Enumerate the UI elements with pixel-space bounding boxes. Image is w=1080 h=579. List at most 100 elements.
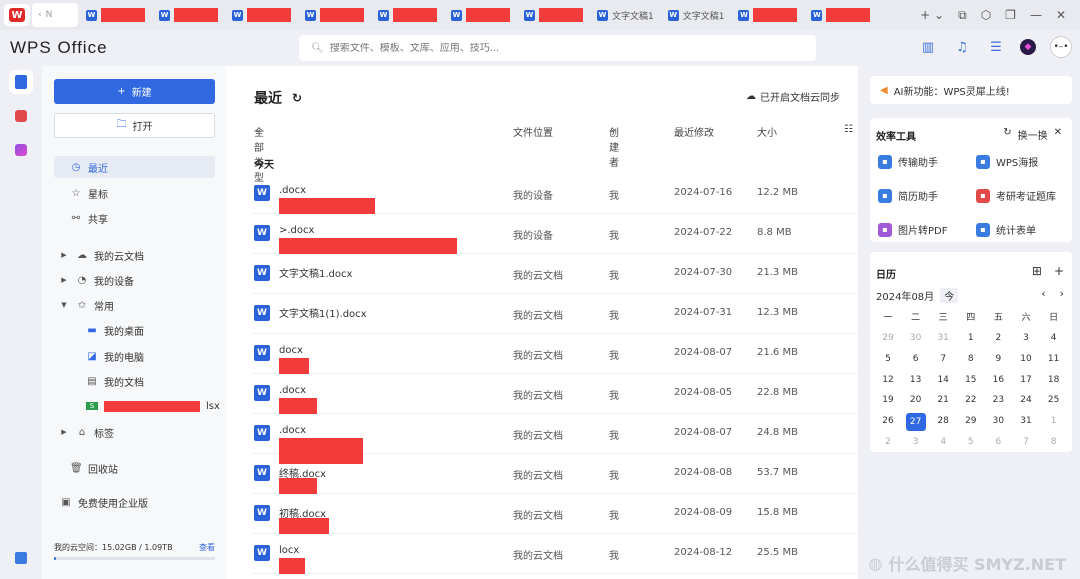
common-desktop[interactable]: ▬ 我的桌面 bbox=[86, 320, 144, 340]
sidebar-item-recent[interactable]: ◷ 最近 bbox=[54, 156, 215, 178]
avatar[interactable]: •–• bbox=[1050, 36, 1072, 58]
calendar-day[interactable]: 6 bbox=[988, 434, 1008, 450]
calendar-day[interactable]: 31 bbox=[1016, 413, 1036, 429]
restore-icon[interactable]: ⧉ bbox=[958, 8, 967, 23]
tab-9[interactable]: W 文字文稿1 bbox=[662, 3, 731, 27]
rail-box-icon[interactable] bbox=[9, 546, 33, 570]
enterprise-link[interactable]: ▣ 免费使用企业版 bbox=[54, 491, 215, 513]
tab-3[interactable]: W bbox=[226, 3, 297, 27]
tab-2[interactable]: W bbox=[153, 3, 224, 27]
file-row[interactable]: W .docx 我的云文档 我 2024-08-07 24.8 MB bbox=[252, 414, 858, 464]
calendar-day[interactable]: 14 bbox=[933, 372, 953, 388]
col-location[interactable]: 文件位置 bbox=[513, 124, 553, 139]
calendar-day[interactable]: 21 bbox=[933, 392, 953, 408]
tab-11[interactable]: W bbox=[805, 3, 876, 27]
file-row[interactable]: W 文字文稿1.docx 我的云文档 我 2024-07-30 21.3 MB bbox=[252, 254, 858, 294]
tree-my-device[interactable]: ▶ ◔ 我的设备 bbox=[58, 270, 134, 290]
tool-item[interactable]: ▪ 简历助手 bbox=[878, 188, 938, 203]
calendar-day[interactable]: 7 bbox=[1016, 434, 1036, 450]
calendar-day[interactable]: 2 bbox=[878, 434, 898, 450]
file-row[interactable]: Wdocx 我的云文档 我 2024-08-07 21.6 MB bbox=[252, 334, 858, 374]
headset-icon[interactable]: ♫ bbox=[952, 37, 972, 57]
refresh-icon[interactable]: ↻ bbox=[292, 91, 302, 105]
maximize-icon[interactable]: ❐ bbox=[1005, 8, 1016, 23]
settings-sliders-icon[interactable]: ☰ bbox=[986, 37, 1006, 57]
calendar-day[interactable]: 24 bbox=[1016, 392, 1036, 408]
calendar-day[interactable]: 26 bbox=[878, 413, 898, 429]
calendar-day[interactable]: 3 bbox=[1016, 330, 1036, 346]
open-button[interactable]: 🗀 打开 bbox=[54, 113, 215, 138]
calendar-day[interactable]: 23 bbox=[988, 392, 1008, 408]
col-modified[interactable]: 最近修改 bbox=[674, 124, 714, 139]
ai-logo-icon[interactable]: ◆ bbox=[1020, 39, 1036, 55]
calendar-day[interactable]: 29 bbox=[878, 330, 898, 346]
new-button[interactable]: + 新建 bbox=[54, 79, 215, 104]
common-computer[interactable]: ◪ 我的电脑 bbox=[86, 346, 144, 366]
calendar-day[interactable]: 3 bbox=[906, 434, 926, 450]
calendar-day[interactable]: 6 bbox=[906, 351, 926, 367]
cloud-sync-status[interactable]: ☁ 已开启文档云同步 bbox=[746, 89, 840, 104]
wps-app-button[interactable]: W bbox=[4, 4, 30, 26]
add-event-icon[interactable]: + bbox=[1054, 264, 1064, 278]
tool-item[interactable]: ▪ 统计表单 bbox=[976, 222, 1036, 237]
calendar-today-button[interactable]: 今 bbox=[940, 288, 959, 303]
calendar-day[interactable]: 16 bbox=[988, 372, 1008, 388]
layout-icon[interactable]: ▥ bbox=[918, 37, 938, 57]
calendar-day[interactable]: 1 bbox=[1044, 413, 1064, 429]
file-row[interactable]: W 文字文稿1(1).docx 我的云文档 我 2024-07-31 12.3 MB bbox=[252, 294, 858, 334]
common-spreadsheet[interactable]: Slsx bbox=[86, 396, 220, 416]
calendar-day[interactable]: 28 bbox=[933, 413, 953, 429]
tool-item[interactable]: ▪ 考研考证题库 bbox=[976, 188, 1056, 203]
tab-10[interactable]: W bbox=[732, 3, 803, 27]
chevron-right-icon[interactable]: › bbox=[1060, 287, 1064, 300]
calendar-day[interactable]: 1 bbox=[961, 330, 981, 346]
column-settings-icon[interactable]: ☷ bbox=[844, 124, 853, 135]
tool-item[interactable]: ▪ 图片转PDF bbox=[878, 222, 947, 237]
tab-0[interactable]: ‹ N bbox=[32, 3, 78, 27]
calendar-day[interactable]: 19 bbox=[878, 392, 898, 408]
calendar-day[interactable]: 4 bbox=[1044, 330, 1064, 346]
new-tab-icon[interactable]: + ⌄ bbox=[920, 8, 944, 23]
tools-refresh[interactable]: ↻ 换一换 ✕ bbox=[1003, 127, 1062, 142]
calendar-pin-icon[interactable]: ⊞ bbox=[1032, 264, 1042, 278]
calendar-day[interactable]: 17 bbox=[1016, 372, 1036, 388]
tool-item[interactable]: ▪ WPS海报 bbox=[976, 154, 1038, 169]
rail-docs-icon[interactable] bbox=[9, 70, 33, 94]
calendar-day[interactable]: 30 bbox=[906, 330, 926, 346]
ai-banner[interactable]: ◀ AI新功能：WPS灵犀上线! bbox=[870, 76, 1072, 104]
calendar-day[interactable]: 13 bbox=[906, 372, 926, 388]
calendar-day[interactable]: 4 bbox=[933, 434, 953, 450]
calendar-day[interactable]: 10 bbox=[1016, 351, 1036, 367]
file-row[interactable]: W >.docx 我的设备 我 2024-07-22 8.8 MB bbox=[252, 214, 858, 254]
calendar-day[interactable]: 11 bbox=[1044, 351, 1064, 367]
search-input[interactable] bbox=[329, 42, 816, 54]
calendar-day[interactable]: 9 bbox=[988, 351, 1008, 367]
calendar-day[interactable]: 27 bbox=[905, 413, 926, 432]
file-row[interactable]: W 终稿.docx 我的云文档 我 2024-08-08 53.7 MB bbox=[252, 454, 858, 494]
tab-5[interactable]: W bbox=[372, 3, 443, 27]
close-icon[interactable]: ✕ bbox=[1054, 127, 1062, 142]
sidebar-item-recycle[interactable]: 🗑︎ 回收站 bbox=[54, 457, 215, 479]
calendar-day[interactable]: 12 bbox=[878, 372, 898, 388]
chevron-left-icon[interactable]: ‹ bbox=[1041, 287, 1045, 300]
tree-common[interactable]: ▼ ✩ 常用 bbox=[58, 295, 114, 315]
tab-8[interactable]: W 文字文稿1 bbox=[591, 3, 660, 27]
tab-7[interactable]: W bbox=[518, 3, 589, 27]
tree-tags[interactable]: ▶ ⌂ 标签 bbox=[58, 422, 114, 442]
storage-view-link[interactable]: 查看 bbox=[199, 542, 215, 553]
file-row[interactable]: Wlocx 我的云文档 我 2024-08-12 25.5 MB bbox=[252, 534, 858, 574]
calendar-day[interactable]: 5 bbox=[878, 351, 898, 367]
tool-item[interactable]: ▪ 传输助手 bbox=[878, 154, 938, 169]
file-row[interactable]: W .docx 我的云文档 我 2024-08-05 22.8 MB bbox=[252, 374, 858, 414]
calendar-day[interactable]: 22 bbox=[961, 392, 981, 408]
col-size[interactable]: 大小 bbox=[757, 124, 777, 139]
rail-pdf-icon[interactable] bbox=[9, 104, 33, 128]
file-row[interactable]: W .docx 我的设备 我 2024-07-16 12.2 MB bbox=[252, 174, 858, 214]
calendar-day[interactable]: 18 bbox=[1044, 372, 1064, 388]
calendar-day[interactable]: 2 bbox=[988, 330, 1008, 346]
col-creator[interactable]: 创建者 ⌄ bbox=[609, 124, 619, 169]
tab-6[interactable]: W bbox=[445, 3, 516, 27]
search-box[interactable]: 🔍︎ bbox=[299, 35, 816, 61]
tab-1[interactable]: W bbox=[80, 3, 151, 27]
cube-icon[interactable]: ⬡ bbox=[981, 8, 991, 23]
